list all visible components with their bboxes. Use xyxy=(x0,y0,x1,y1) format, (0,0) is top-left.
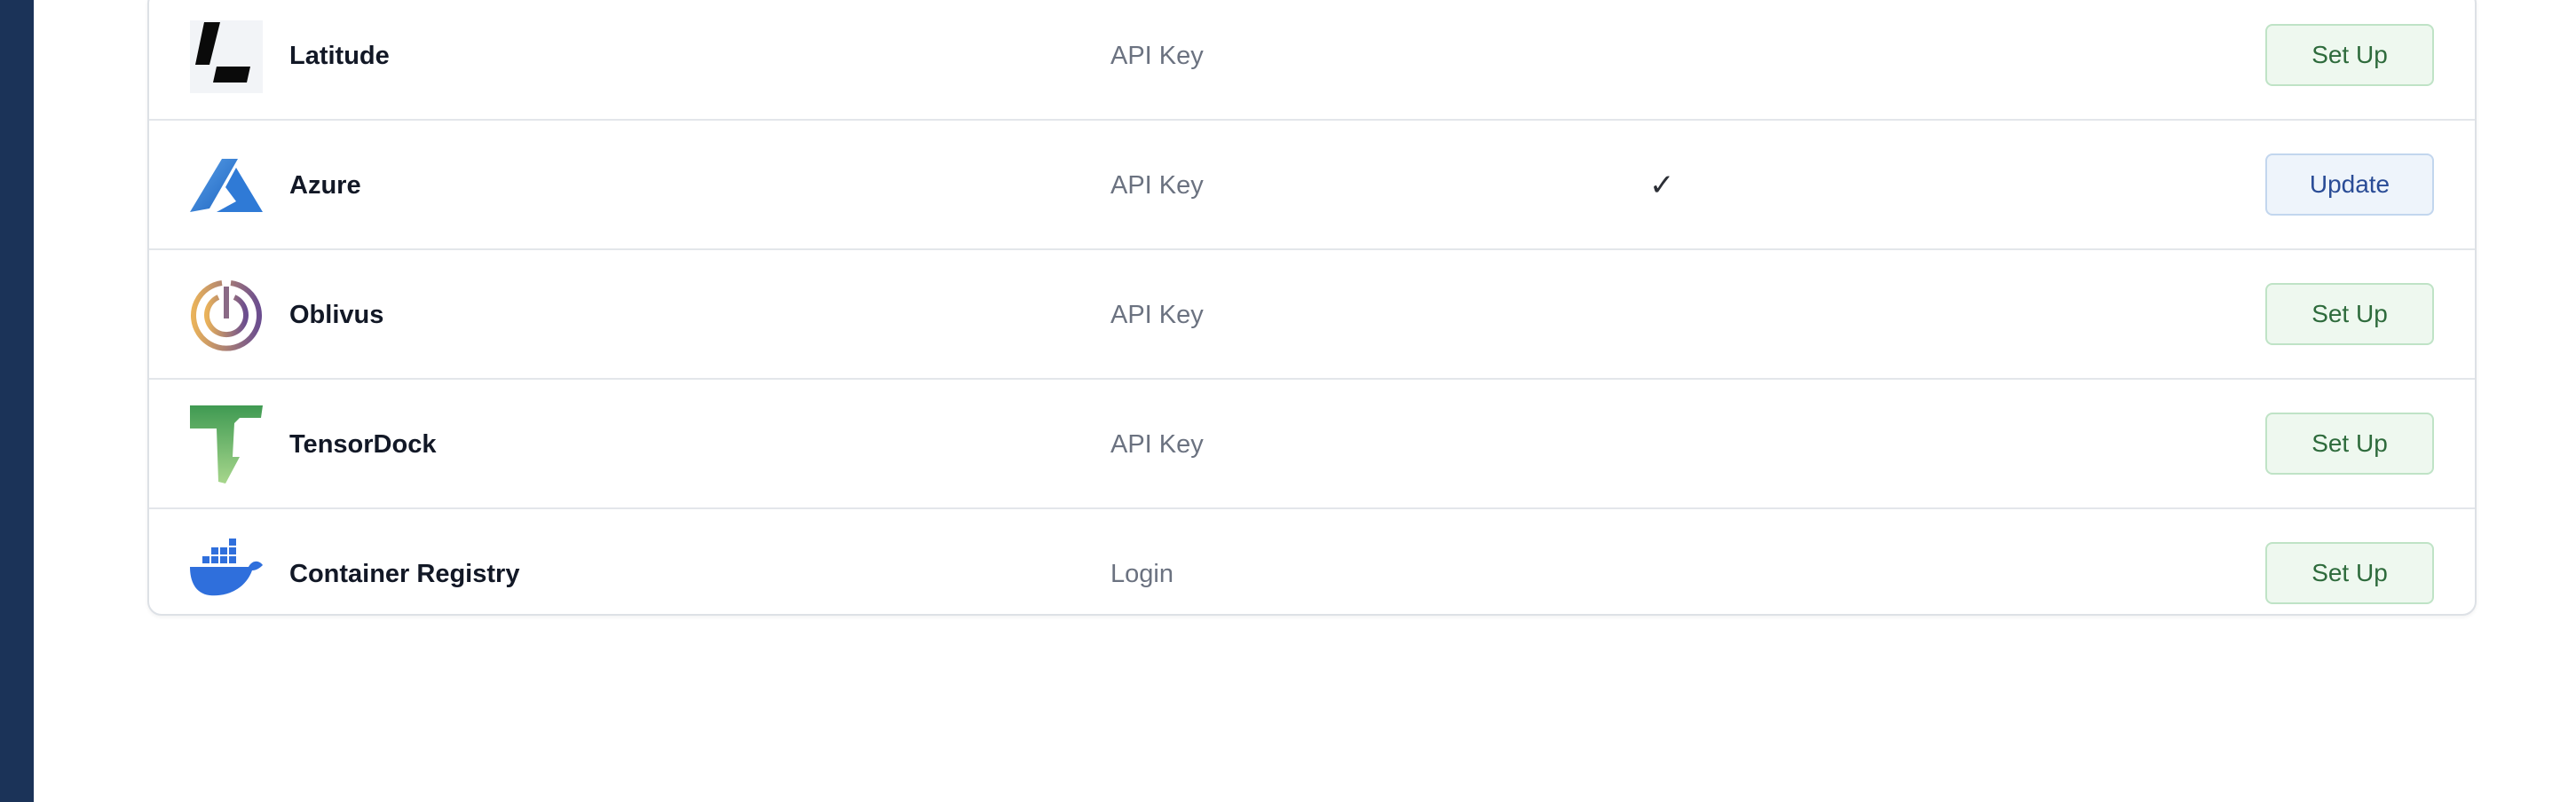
integration-name: Latitude xyxy=(289,42,390,70)
docker-logo-icon xyxy=(190,539,263,611)
setup-button[interactable]: Set Up xyxy=(2265,542,2434,604)
auth-type: API Key xyxy=(1110,430,1204,459)
auth-type: API Key xyxy=(1110,301,1204,329)
integration-name: TensorDock xyxy=(289,430,437,459)
table-row: Oblivus API Key Set Up xyxy=(149,250,2475,380)
table-row: Container Registry Login Set Up xyxy=(149,509,2475,614)
integration-name: Container Registry xyxy=(289,560,520,588)
configured-check-icon: ✓ xyxy=(1649,168,1675,203)
update-button[interactable]: Update xyxy=(2265,153,2434,216)
auth-type: Login xyxy=(1110,560,1173,588)
sidebar xyxy=(0,0,34,802)
table-row: TensorDock API Key Set Up xyxy=(149,380,2475,509)
auth-type: API Key xyxy=(1110,42,1204,70)
azure-logo-icon xyxy=(190,150,263,223)
setup-button[interactable]: Set Up xyxy=(2265,413,2434,475)
setup-button[interactable]: Set Up xyxy=(2265,24,2434,86)
latitude-logo-icon xyxy=(190,20,263,93)
setup-button[interactable]: Set Up xyxy=(2265,283,2434,345)
auth-type: API Key xyxy=(1110,171,1204,200)
table-row: Azure API Key ✓ Update xyxy=(149,121,2475,250)
table-row: Latitude API Key Set Up xyxy=(149,0,2475,121)
oblivus-logo-icon xyxy=(190,279,263,352)
integration-name: Azure xyxy=(289,171,361,200)
integration-name: Oblivus xyxy=(289,301,384,329)
integrations-table: Latitude API Key Set Up Azure API Key ✓ … xyxy=(147,0,2477,616)
tensordock-logo-icon xyxy=(190,405,263,484)
